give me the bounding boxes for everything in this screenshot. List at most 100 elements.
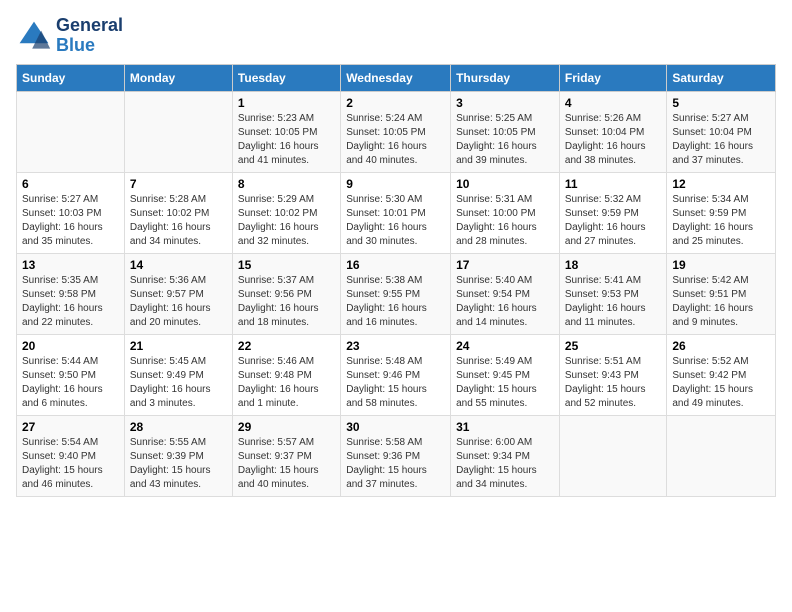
calendar-cell: 29 Sunrise: 5:57 AM Sunset: 9:37 PM Dayli… [232,415,340,496]
day-number: 1 [238,96,335,110]
day-detail: Sunrise: 5:24 AM Sunset: 10:05 PM Daylig… [346,112,445,168]
day-number: 9 [346,177,445,191]
day-number: 8 [238,177,335,191]
calendar-week-3: 13 Sunrise: 5:35 AM Sunset: 9:58 PM Dayli… [17,253,776,334]
calendar-cell: 9 Sunrise: 5:30 AM Sunset: 10:01 PM Dayli… [341,172,451,253]
day-detail: Sunrise: 5:31 AM Sunset: 10:00 PM Daylig… [456,193,554,249]
day-detail: Sunrise: 5:44 AM Sunset: 9:50 PM Dayligh… [22,355,119,411]
calendar-cell: 22Sunrise: 5:46 AM Sunset: 9:48 PM Dayli… [232,334,340,415]
calendar-cell: 16 Sunrise: 5:38 AM Sunset: 9:55 PM Dayli… [341,253,451,334]
calendar-cell: 21 Sunrise: 5:45 AM Sunset: 9:49 PM Dayli… [124,334,232,415]
day-number: 22 [238,339,335,353]
calendar-cell: 5 Sunrise: 5:27 AM Sunset: 10:04 PM Dayli… [667,91,776,172]
calendar-cell: 20 Sunrise: 5:44 AM Sunset: 9:50 PM Dayli… [17,334,125,415]
calendar-week-1: 1 Sunrise: 5:23 AM Sunset: 10:05 PM Dayli… [17,91,776,172]
calendar-cell: 14 Sunrise: 5:36 AM Sunset: 9:57 PM Dayli… [124,253,232,334]
calendar-cell: 6 Sunrise: 5:27 AM Sunset: 10:03 PM Dayli… [17,172,125,253]
calendar-cell: 19Sunrise: 5:42 AM Sunset: 9:51 PM Dayli… [667,253,776,334]
day-detail: Sunrise: 5:29 AM Sunset: 10:02 PM Daylig… [238,193,335,249]
day-number: 17 [456,258,554,272]
calendar-cell: 25Sunrise: 5:51 AM Sunset: 9:43 PM Dayli… [559,334,666,415]
calendar-cell: 17 Sunrise: 5:40 AM Sunset: 9:54 PM Dayli… [451,253,560,334]
day-detail: Sunrise: 5:41 AM Sunset: 9:53 PM Dayligh… [565,274,661,330]
day-number: 5 [672,96,770,110]
calendar-cell: 31Sunrise: 6:00 AM Sunset: 9:34 PM Dayli… [451,415,560,496]
logo-icon [16,18,52,54]
calendar-cell: 13 Sunrise: 5:35 AM Sunset: 9:58 PM Dayli… [17,253,125,334]
day-number: 21 [130,339,227,353]
day-header-saturday: Saturday [667,64,776,91]
day-detail: Sunrise: 5:52 AM Sunset: 9:42 PM Dayligh… [672,355,770,411]
day-number: 29 [238,420,335,434]
day-detail: Sunrise: 5:49 AM Sunset: 9:45 PM Dayligh… [456,355,554,411]
day-detail: Sunrise: 5:23 AM Sunset: 10:05 PM Daylig… [238,112,335,168]
day-number: 7 [130,177,227,191]
logo-text: General Blue [56,16,123,56]
day-number: 30 [346,420,445,434]
day-header-thursday: Thursday [451,64,560,91]
calendar-week-4: 20 Sunrise: 5:44 AM Sunset: 9:50 PM Dayli… [17,334,776,415]
day-detail: Sunrise: 5:28 AM Sunset: 10:02 PM Daylig… [130,193,227,249]
calendar-cell [17,91,125,172]
day-number: 23 [346,339,445,353]
calendar-cell: 23 Sunrise: 5:48 AM Sunset: 9:46 PM Dayli… [341,334,451,415]
day-number: 26 [672,339,770,353]
day-number: 25 [565,339,661,353]
day-number: 14 [130,258,227,272]
day-detail: Sunrise: 5:55 AM Sunset: 9:39 PM Dayligh… [130,436,227,492]
day-detail: Sunrise: 5:32 AM Sunset: 9:59 PM Dayligh… [565,193,661,249]
calendar-cell: 11 Sunrise: 5:32 AM Sunset: 9:59 PM Dayli… [559,172,666,253]
day-detail: Sunrise: 5:34 AM Sunset: 9:59 PM Dayligh… [672,193,770,249]
day-number: 13 [22,258,119,272]
day-number: 31 [456,420,554,434]
day-detail: Sunrise: 5:45 AM Sunset: 9:49 PM Dayligh… [130,355,227,411]
day-detail: Sunrise: 5:38 AM Sunset: 9:55 PM Dayligh… [346,274,445,330]
day-detail: Sunrise: 5:27 AM Sunset: 10:04 PM Daylig… [672,112,770,168]
calendar-cell: 30 Sunrise: 5:58 AM Sunset: 9:36 PM Dayli… [341,415,451,496]
calendar-cell: 10 Sunrise: 5:31 AM Sunset: 10:00 PM Dayl… [451,172,560,253]
day-header-sunday: Sunday [17,64,125,91]
calendar-week-5: 27 Sunrise: 5:54 AM Sunset: 9:40 PM Dayli… [17,415,776,496]
day-number: 11 [565,177,661,191]
day-detail: Sunrise: 5:30 AM Sunset: 10:01 PM Daylig… [346,193,445,249]
day-number: 2 [346,96,445,110]
calendar-cell: 8 Sunrise: 5:29 AM Sunset: 10:02 PM Dayli… [232,172,340,253]
day-detail: Sunrise: 5:48 AM Sunset: 9:46 PM Dayligh… [346,355,445,411]
day-detail: Sunrise: 5:35 AM Sunset: 9:58 PM Dayligh… [22,274,119,330]
calendar-cell: 7 Sunrise: 5:28 AM Sunset: 10:02 PM Dayli… [124,172,232,253]
day-detail: Sunrise: 5:40 AM Sunset: 9:54 PM Dayligh… [456,274,554,330]
day-number: 18 [565,258,661,272]
calendar-cell: 24 Sunrise: 5:49 AM Sunset: 9:45 PM Dayli… [451,334,560,415]
calendar-header-row: SundayMondayTuesdayWednesdayThursdayFrid… [17,64,776,91]
day-number: 24 [456,339,554,353]
day-number: 16 [346,258,445,272]
day-number: 3 [456,96,554,110]
calendar-cell: 15Sunrise: 5:37 AM Sunset: 9:56 PM Dayli… [232,253,340,334]
day-number: 10 [456,177,554,191]
day-detail: Sunrise: 5:36 AM Sunset: 9:57 PM Dayligh… [130,274,227,330]
day-number: 4 [565,96,661,110]
calendar-cell: 4 Sunrise: 5:26 AM Sunset: 10:04 PM Dayli… [559,91,666,172]
day-number: 19 [672,258,770,272]
calendar-cell [124,91,232,172]
day-number: 6 [22,177,119,191]
calendar-cell [559,415,666,496]
logo: General Blue [16,16,123,56]
day-header-wednesday: Wednesday [341,64,451,91]
calendar-cell: 12 Sunrise: 5:34 AM Sunset: 9:59 PM Dayli… [667,172,776,253]
day-detail: Sunrise: 5:54 AM Sunset: 9:40 PM Dayligh… [22,436,119,492]
calendar-cell: 2 Sunrise: 5:24 AM Sunset: 10:05 PM Dayli… [341,91,451,172]
calendar-table: SundayMondayTuesdayWednesdayThursdayFrid… [16,64,776,497]
day-number: 20 [22,339,119,353]
day-header-tuesday: Tuesday [232,64,340,91]
day-detail: Sunrise: 5:26 AM Sunset: 10:04 PM Daylig… [565,112,661,168]
day-detail: Sunrise: 5:57 AM Sunset: 9:37 PM Dayligh… [238,436,335,492]
day-number: 12 [672,177,770,191]
calendar-cell: 26 Sunrise: 5:52 AM Sunset: 9:42 PM Dayli… [667,334,776,415]
day-header-friday: Friday [559,64,666,91]
day-detail: Sunrise: 5:27 AM Sunset: 10:03 PM Daylig… [22,193,119,249]
calendar-body: 1 Sunrise: 5:23 AM Sunset: 10:05 PM Dayli… [17,91,776,496]
day-detail: Sunrise: 5:25 AM Sunset: 10:05 PM Daylig… [456,112,554,168]
day-detail: Sunrise: 5:58 AM Sunset: 9:36 PM Dayligh… [346,436,445,492]
day-number: 27 [22,420,119,434]
